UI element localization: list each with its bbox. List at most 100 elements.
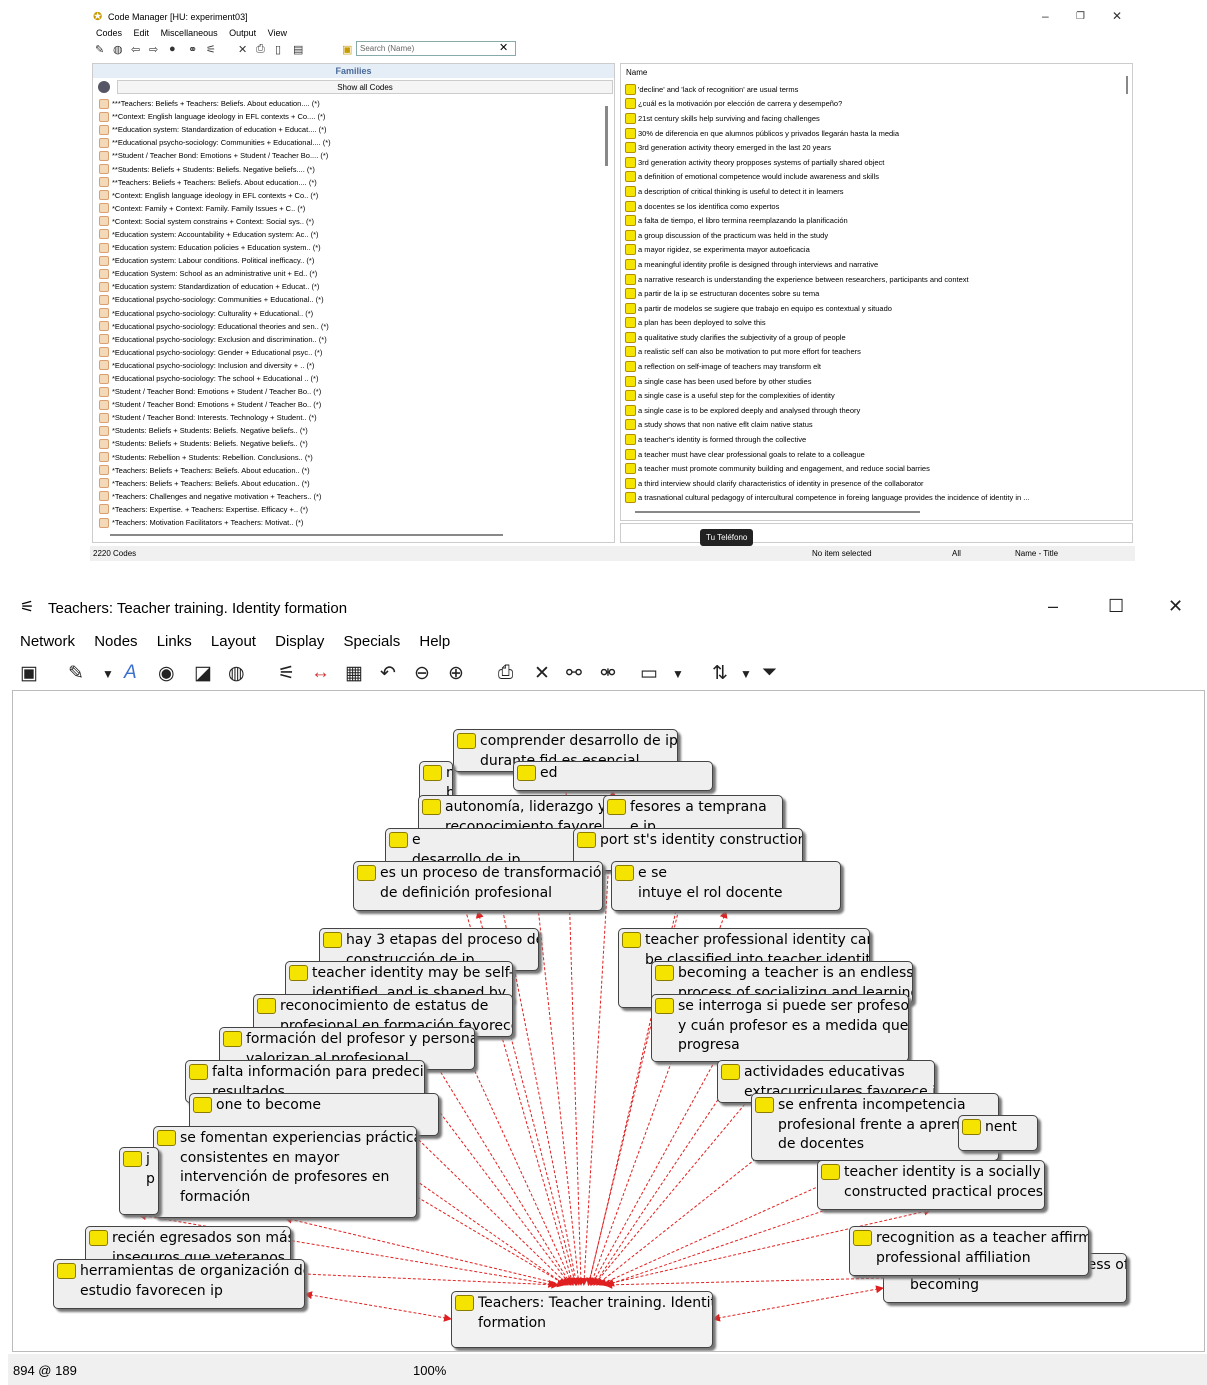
menu-edit[interactable]: Edit — [134, 28, 150, 38]
network-node[interactable]: recognition as a teacher affirms professi… — [849, 1226, 1089, 1276]
code-row[interactable]: a third interview should clarify charact… — [625, 476, 1130, 491]
code-row[interactable]: ¿cuál es la motivación por elección de c… — [625, 97, 1130, 112]
code-row[interactable]: a study shows that non native eflt claim… — [625, 418, 1130, 433]
code-row[interactable]: a single case is a useful step for the c… — [625, 388, 1130, 403]
show-all-codes-button[interactable]: Show all Codes — [117, 80, 613, 94]
code-row[interactable]: a group discussion of the practicum was … — [625, 228, 1130, 243]
family-row[interactable]: *Education system: Accountability + Educ… — [99, 228, 604, 241]
undo-icon[interactable]: ↶ — [380, 662, 396, 685]
families-hscrollbar[interactable] — [110, 534, 503, 536]
menu-codes[interactable]: Codes — [96, 28, 122, 38]
family-row[interactable]: *Education system: Labour conditions. Po… — [99, 254, 604, 267]
color-icon[interactable]: ◉ — [158, 662, 175, 685]
delete-icon[interactable]: ✕ — [534, 662, 550, 685]
code-row[interactable]: a teacher's identity is formed through t… — [625, 432, 1130, 447]
code-row[interactable]: a realistic self can also be motivation … — [625, 345, 1130, 360]
code-row[interactable]: a reflection on self-image of teachers m… — [625, 359, 1130, 374]
family-row[interactable]: *Students: Beliefs + Students: Beliefs. … — [99, 424, 604, 437]
layout-icon[interactable]: ▤ — [293, 43, 303, 56]
zoom-in-icon[interactable]: ⊕ — [448, 662, 464, 685]
code-row[interactable]: 3rd generation activity theory emerged i… — [625, 140, 1130, 155]
dropdown-icon[interactable]: ▼ — [740, 667, 752, 681]
new-node-icon[interactable]: ✎ — [68, 662, 84, 685]
grid-icon[interactable]: ▦ — [345, 662, 363, 685]
family-row[interactable]: **Education system: Standardization of e… — [99, 123, 604, 136]
family-row[interactable]: *Educational psycho-sociology: The schoo… — [99, 372, 604, 385]
family-row[interactable]: **Context: English language ideology in … — [99, 110, 604, 123]
family-row[interactable]: *Context: Family + Context: Family. Fami… — [99, 202, 604, 215]
display-icon[interactable]: ▭ — [640, 662, 658, 685]
menu-nodes[interactable]: Nodes — [94, 633, 137, 650]
back-icon[interactable]: ⇦ — [131, 43, 140, 56]
code-row[interactable]: a partir de la ip se estructuran docente… — [625, 286, 1130, 301]
network-layout-icon[interactable]: ⚟ — [278, 662, 295, 685]
family-row[interactable]: **Students: Beliefs + Students: Beliefs.… — [99, 162, 604, 175]
family-row[interactable]: *Educational psycho-sociology: Gender + … — [99, 346, 604, 359]
network-node[interactable]: herramientas de organización de estudio f… — [53, 1259, 305, 1309]
family-row[interactable]: *Educational psycho-sociology: Education… — [99, 320, 604, 333]
family-row[interactable]: *Context: English language ideology in E… — [99, 189, 604, 202]
code-row[interactable]: 3rd generation activity theory propposes… — [625, 155, 1130, 170]
network-icon[interactable]: ⚟ — [206, 43, 216, 56]
dropdown-icon[interactable]: ▼ — [672, 667, 684, 681]
families-scrollbar[interactable] — [605, 106, 608, 166]
clear-search-icon[interactable]: ✕ — [499, 41, 508, 54]
family-row[interactable]: *Students: Rebellion + Students: Rebelli… — [99, 451, 604, 464]
family-row[interactable]: *Education System: School as an administ… — [99, 267, 604, 280]
new-code-icon[interactable]: ✎ — [95, 43, 104, 56]
menu-miscellaneous[interactable]: Miscellaneous — [161, 28, 218, 38]
menu-network[interactable]: Network — [20, 633, 75, 650]
code-row[interactable]: a teacher must promote community buildin… — [625, 461, 1130, 476]
close-icon[interactable]: ✕ — [1168, 596, 1183, 617]
family-row[interactable]: *Teachers: Beliefs + Teachers: Beliefs. … — [99, 477, 604, 490]
family-row[interactable]: *Student / Teacher Bond: Emotions + Stud… — [99, 385, 604, 398]
family-row[interactable]: *Educational psycho-sociology: Exclusion… — [99, 333, 604, 346]
code-row[interactable]: a single case has been used before by ot… — [625, 374, 1130, 389]
code-row[interactable]: a docentes se los identifica como expert… — [625, 199, 1130, 214]
zoom-out-icon[interactable]: ⊖ — [414, 662, 430, 685]
forward-icon[interactable]: ⇨ — [149, 43, 158, 56]
code-row[interactable]: a plan has been deployed to solve this — [625, 316, 1130, 331]
pane-icon[interactable]: ▯ — [275, 43, 281, 56]
close-icon[interactable]: ✕ — [1112, 9, 1122, 23]
code-row[interactable]: 21st century skills help surviving and f… — [625, 111, 1130, 126]
search-input[interactable]: Search (Name) — [356, 41, 516, 56]
code-row[interactable]: a single case is to be explored deeply a… — [625, 403, 1130, 418]
code-row[interactable]: a partir de modelos se sugiere que traba… — [625, 301, 1130, 316]
menu-specials[interactable]: Specials — [344, 633, 401, 650]
network-node[interactable]: se interroga si puede ser profesor y cuán… — [651, 994, 909, 1062]
font-icon[interactable]: A — [124, 662, 137, 684]
delete-icon[interactable]: ✕ — [238, 43, 247, 56]
menu-output[interactable]: Output — [229, 28, 256, 38]
network-center-node[interactable]: Teachers: Teacher training. Identity form… — [451, 1291, 713, 1348]
filter-code-icon[interactable]: ▣ — [342, 43, 352, 56]
code-row[interactable]: a trasnational cultural pedagogy of inte… — [625, 491, 1130, 506]
dropdown-icon[interactable]: ▼ — [102, 667, 114, 681]
network-canvas[interactable]: comprender desarrollo de ipdurante fid e… — [12, 690, 1205, 1352]
family-row[interactable]: *Education system: Standardization of ed… — [99, 280, 604, 293]
network-link[interactable] — [284, 1215, 566, 1288]
menu-links[interactable]: Links — [157, 633, 192, 650]
family-row[interactable]: *Educational psycho-sociology: Culturali… — [99, 307, 604, 320]
family-row[interactable]: *Students: Beliefs + Students: Beliefs. … — [99, 437, 604, 450]
family-row[interactable]: *Student / Teacher Bond: Interests. Tech… — [99, 411, 604, 424]
network-node[interactable]: e se intuye el rol docente — [611, 861, 841, 911]
family-row[interactable]: *Teachers: Expertise. + Teachers: Expert… — [99, 503, 604, 516]
family-row[interactable]: **Teachers: Beliefs + Teachers: Beliefs.… — [99, 176, 604, 189]
code-row[interactable]: a definition of emotional competence wou… — [625, 170, 1130, 185]
network-node[interactable]: nent — [958, 1115, 1038, 1151]
network-node[interactable]: jp — [119, 1147, 159, 1215]
sort-icon[interactable]: ⇅ — [712, 662, 728, 685]
family-row[interactable]: *Teachers: Motivation Facilitators + Tea… — [99, 516, 604, 529]
spread-icon[interactable]: ↔ — [311, 662, 330, 684]
code-row[interactable]: a falta de tiempo, el libro termina reem… — [625, 213, 1130, 228]
minimize-icon[interactable]: – — [1048, 596, 1058, 617]
family-row[interactable]: **Educational psycho-sociology: Communit… — [99, 136, 604, 149]
comment-icon[interactable]: ◍ — [113, 43, 123, 56]
network-node[interactable]: teacher identity is a socially constructe… — [817, 1160, 1045, 1210]
network-node[interactable]: es un proceso de transformación de defini… — [353, 861, 603, 911]
family-row[interactable]: *Education system: Education policies + … — [99, 241, 604, 254]
print-icon[interactable]: ⎙ — [498, 662, 513, 684]
family-row[interactable]: *Educational psycho-sociology: Communiti… — [99, 293, 604, 306]
codes-hscrollbar[interactable] — [635, 511, 920, 513]
